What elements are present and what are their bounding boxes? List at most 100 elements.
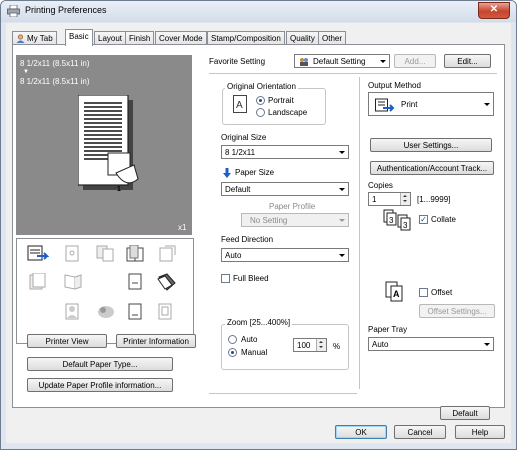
basic-tab-panel: 8 1/2x11 (8.5x11 in) ▼ 8 1/2x11 (8.5x11 …: [12, 44, 505, 420]
paper-size-value: Default: [225, 185, 251, 194]
stepper-arrows-icon[interactable]: [400, 193, 410, 205]
user-settings-button[interactable]: User Settings...: [370, 138, 492, 152]
cancel-button[interactable]: Cancel: [394, 425, 446, 439]
tab-finish[interactable]: Finish: [125, 31, 155, 45]
copies-value: 1: [372, 195, 377, 204]
tab-basic[interactable]: Basic: [65, 29, 93, 46]
zoom-label: Zoom [25...400%]: [225, 318, 293, 327]
edit-favorite-button[interactable]: Edit...: [444, 54, 491, 68]
divider: [209, 73, 497, 74]
output-method-select[interactable]: Print: [368, 92, 494, 116]
tab-stamp-composition[interactable]: Stamp/Composition: [207, 31, 285, 45]
collate-icon: 33: [383, 209, 411, 231]
staple-icon[interactable]: [157, 245, 179, 263]
favorite-setting-select[interactable]: Default Setting: [294, 54, 390, 68]
landscape-radio[interactable]: [256, 108, 265, 117]
chevron-down-icon: [339, 219, 345, 222]
stepper-arrows-icon[interactable]: [316, 339, 326, 351]
booklet-icon[interactable]: [125, 245, 147, 263]
paper-size-select[interactable]: Default: [221, 182, 349, 196]
feed-direction-select[interactable]: Auto: [221, 248, 349, 262]
preview-paper-size: 8 1/2x11 (8.5x11 in): [20, 59, 90, 68]
offset-settings-button[interactable]: Offset Settings...: [419, 304, 495, 318]
paper-profile-value: No Setting: [250, 216, 288, 225]
svg-text:A: A: [393, 289, 400, 299]
svg-text:3: 3: [389, 216, 394, 225]
zoom-manual-label: Manual: [241, 348, 268, 357]
portrait-label: Portrait: [268, 96, 294, 105]
output-method-label: Output Method: [368, 81, 421, 90]
add-favorite-button[interactable]: Add...: [394, 54, 436, 68]
paper-tray-select[interactable]: Auto: [368, 337, 494, 351]
chevron-down-icon: [339, 151, 345, 154]
chevron-down-icon: [380, 60, 386, 63]
overlay-icon[interactable]: [95, 303, 117, 321]
cover-page-icon[interactable]: [125, 273, 147, 291]
transparency-interleave-icon[interactable]: [155, 273, 177, 291]
zoom-stepper[interactable]: 100: [293, 338, 327, 352]
printer-information-button[interactable]: Printer Information: [116, 334, 196, 348]
combination-icon[interactable]: [95, 245, 117, 263]
tab-my-tab[interactable]: My Tab: [12, 31, 57, 45]
collate-label: Collate: [431, 215, 456, 224]
portrait-page-icon: A: [233, 95, 247, 113]
default-paper-type-button[interactable]: Default Paper Type...: [27, 357, 173, 371]
window-title: Printing Preferences: [25, 5, 107, 15]
original-size-value: 8 1/2x11: [225, 148, 256, 157]
paper-tray-value: Auto: [372, 340, 389, 349]
arrow-down-icon: [223, 168, 231, 178]
full-bleed-label: Full Bleed: [233, 274, 269, 283]
update-paper-profile-button[interactable]: Update Paper Profile information...: [27, 378, 173, 392]
copies-label: Copies: [368, 181, 393, 190]
printer-view-button[interactable]: Printer View: [27, 334, 107, 348]
chevron-down-icon: [484, 343, 490, 346]
authentication-account-track-button[interactable]: Authentication/Account Track...: [370, 161, 494, 175]
full-bleed-checkbox[interactable]: [221, 274, 230, 283]
offset-icon: A: [385, 281, 403, 302]
offset-label: Offset: [431, 288, 453, 297]
zoom-unit: %: [333, 342, 341, 351]
landscape-label: Landscape: [268, 108, 308, 117]
close-button[interactable]: ✕: [478, 2, 510, 19]
chevron-down-icon: [339, 188, 345, 191]
paper-profile-select[interactable]: No Setting: [241, 213, 349, 227]
divider: [209, 393, 357, 394]
duplex-icon[interactable]: [62, 245, 84, 263]
original-size-label: Original Size: [221, 133, 267, 142]
original-size-select[interactable]: 8 1/2x11: [221, 145, 349, 159]
tab-layout[interactable]: Layout: [94, 31, 127, 45]
fold-icon[interactable]: [62, 273, 84, 291]
portrait-radio[interactable]: [256, 96, 265, 105]
paper-tray-label: Paper Tray: [368, 325, 408, 334]
copies-stepper[interactable]: 1: [368, 192, 411, 206]
preview-copies: x1: [178, 223, 187, 232]
ok-button[interactable]: OK: [335, 425, 387, 439]
watermark-icon[interactable]: [62, 303, 84, 321]
chevron-down-icon: [484, 103, 490, 106]
output-tray-icon[interactable]: [27, 245, 49, 263]
function-icon-panel: [16, 238, 194, 344]
tab-cover-mode[interactable]: Cover Mode: [155, 31, 207, 45]
header-footer-icon[interactable]: [155, 303, 177, 321]
svg-text:3: 3: [403, 221, 408, 230]
preview-output-size: 8 1/2x11 (8.5x11 in): [20, 77, 90, 86]
zoom-manual-radio[interactable]: [228, 348, 237, 357]
feed-direction-label: Feed Direction: [221, 235, 274, 244]
document-preview-icon: [78, 95, 139, 190]
favorite-setting-icon: [300, 58, 308, 66]
chevron-down-icon: [339, 254, 345, 257]
zoom-auto-radio[interactable]: [228, 335, 237, 344]
collate-checkbox[interactable]: ✓: [419, 215, 428, 224]
preview-arrow-icon: ▼: [23, 69, 29, 75]
feed-direction-value: Auto: [225, 251, 242, 260]
offset-checkbox[interactable]: [419, 288, 428, 297]
zoom-auto-label: Auto: [241, 335, 258, 344]
divider: [359, 77, 360, 389]
tab-quality[interactable]: Quality: [286, 31, 319, 45]
help-button[interactable]: Help: [455, 425, 505, 439]
tab-other[interactable]: Other: [318, 31, 347, 45]
punch-icon[interactable]: [27, 273, 49, 291]
default-button[interactable]: Default: [440, 406, 490, 420]
stamp-icon[interactable]: [125, 303, 147, 321]
output-method-value: Print: [401, 100, 418, 109]
